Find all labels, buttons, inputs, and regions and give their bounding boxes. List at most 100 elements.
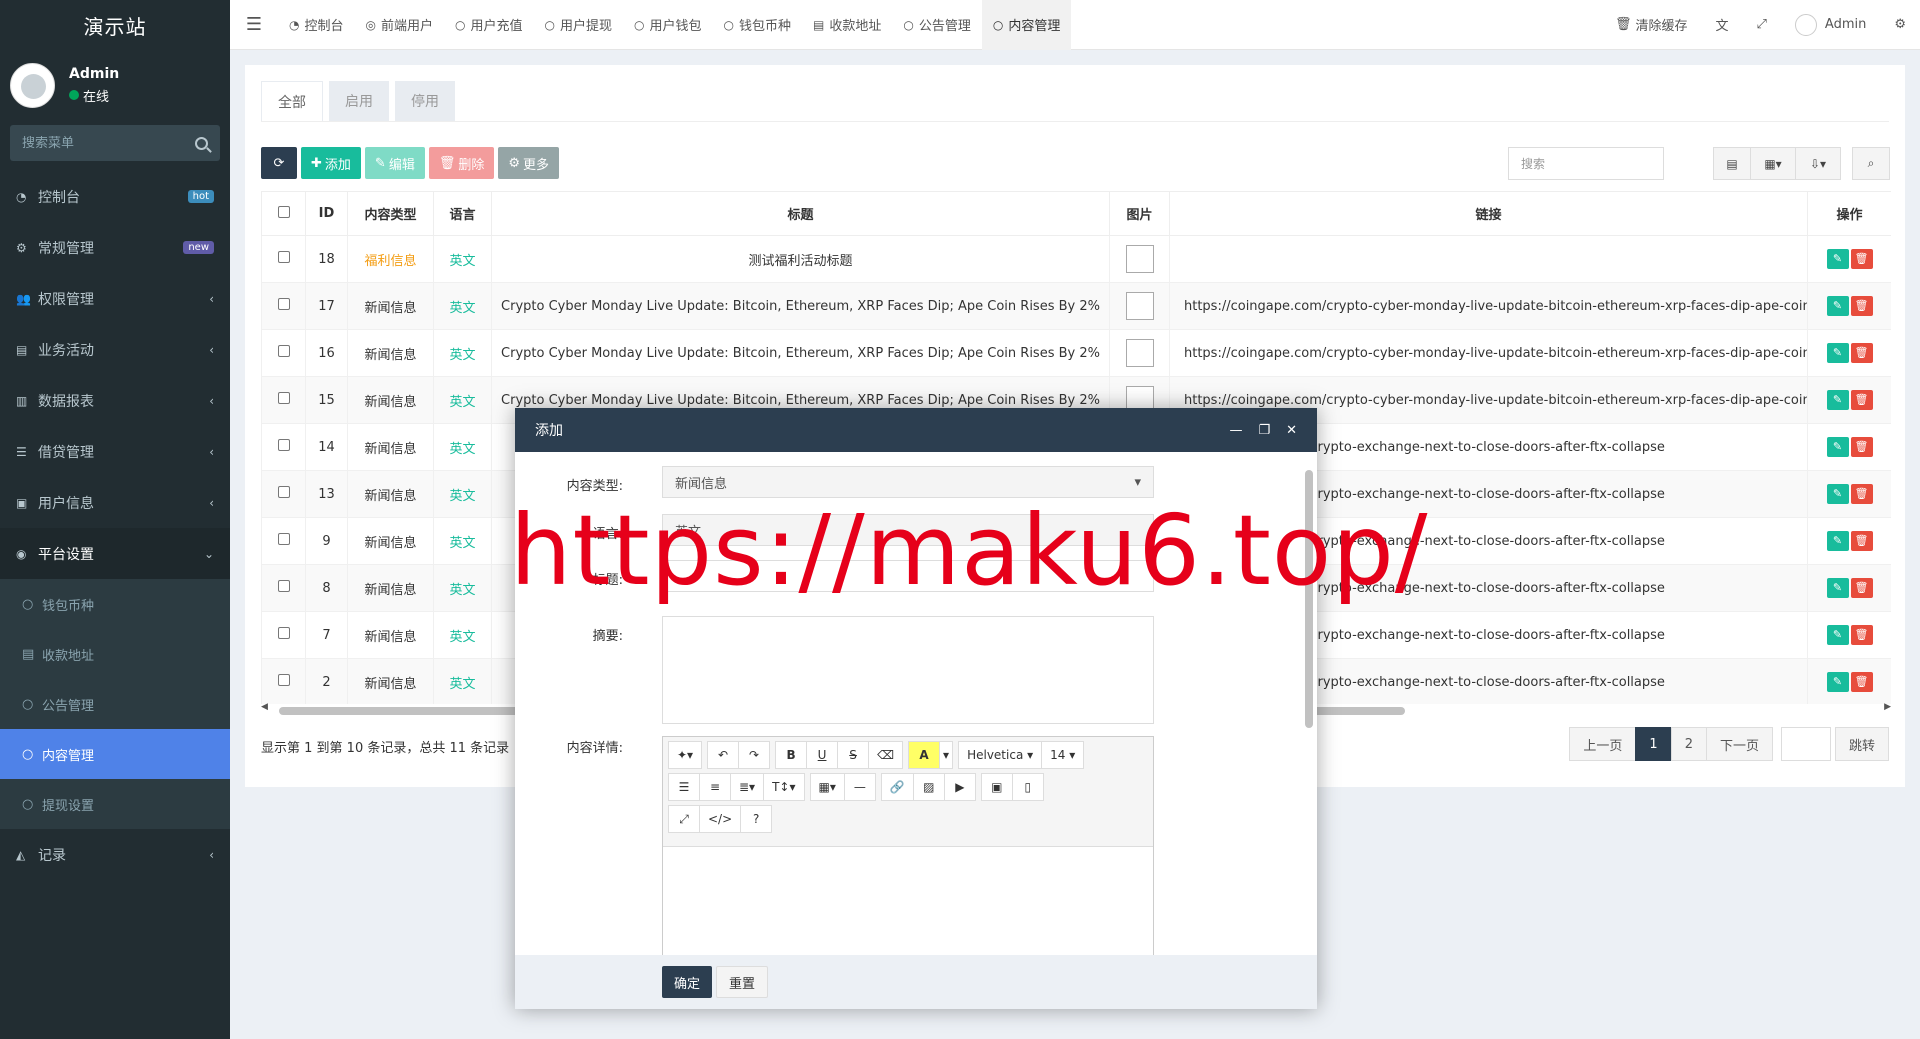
table-row[interactable]: 18 福利信息 英文 测试福利活动标题 ✎ 🗑 — [261, 235, 1891, 283]
minimize-icon[interactable]: — — [1229, 423, 1242, 438]
broken-image-icon[interactable] — [1125, 245, 1154, 273]
paragraph-align-icon[interactable]: ≣▾ — [730, 773, 765, 801]
file-image-icon[interactable]: ▣ — [980, 773, 1013, 801]
underline-icon[interactable]: U — [806, 741, 839, 769]
toggle-view-icon[interactable]: ▤ — [1713, 147, 1751, 180]
file-icon[interactable]: ▯ — [1011, 773, 1044, 801]
header-link[interactable]: 链接 — [1169, 191, 1808, 236]
scroll-left-icon[interactable]: ◀ — [261, 702, 268, 712]
more-button[interactable]: ⚙ 更多 — [498, 147, 560, 179]
sidebar-item-records[interactable]: ◭ 记录 ‹ — [0, 829, 230, 880]
tab-wallet-coin[interactable]: ○ 钱包币种 — [713, 0, 803, 50]
table-icon[interactable]: ▦▾ — [809, 773, 845, 801]
row-checkbox[interactable] — [277, 439, 290, 451]
row-checkbox[interactable] — [277, 345, 290, 357]
tab-withdraw[interactable]: ○ 用户提现 — [534, 0, 624, 50]
fullscreen-icon[interactable]: ⤢ — [668, 805, 700, 833]
title-input[interactable] — [662, 560, 1154, 592]
search-icon[interactable]: ⌕ — [1852, 147, 1890, 180]
scrollbar-thumb[interactable] — [1305, 470, 1313, 728]
caret-down-icon[interactable]: ▾ — [939, 741, 954, 769]
site-logo[interactable]: 演示站 — [0, 0, 230, 50]
tab-recharge[interactable]: ○ 用户充值 — [444, 0, 534, 50]
font-family-select[interactable]: Helvetica ▾ — [958, 741, 1043, 769]
menu-search-input[interactable] — [22, 135, 195, 151]
sidebar-item-loans[interactable]: ☰ 借贷管理 ‹ — [0, 426, 230, 477]
font-size-select[interactable]: 14 ▾ — [1041, 741, 1085, 769]
row-delete-button[interactable]: 🗑 — [1850, 249, 1873, 269]
line-height-icon[interactable]: T↕▾ — [763, 773, 805, 801]
columns-icon[interactable]: ▦▾ — [1750, 147, 1796, 180]
row-checkbox[interactable] — [277, 533, 290, 545]
maximize-icon[interactable]: ❐ — [1258, 423, 1270, 438]
row-checkbox[interactable] — [277, 392, 290, 404]
select-all-checkbox[interactable] — [277, 205, 290, 218]
row-delete-button[interactable]: 🗑 — [1850, 484, 1873, 504]
row-edit-button[interactable]: ✎ — [1826, 249, 1849, 269]
video-icon[interactable]: ▶ — [943, 773, 976, 801]
sidebar-item-userinfo[interactable]: ▣ 用户信息 ‹ — [0, 477, 230, 528]
header-lang[interactable]: 语言 — [433, 191, 492, 236]
type-select[interactable]: 新闻信息 ▾ — [662, 466, 1154, 498]
row-delete-button[interactable]: 🗑 — [1850, 343, 1873, 363]
lang-select[interactable]: 英文 — [662, 514, 1154, 546]
eraser-icon[interactable]: ⌫ — [868, 741, 904, 769]
add-button[interactable]: ✚ 添加 — [301, 147, 361, 179]
bold-icon[interactable]: B — [775, 741, 808, 769]
sidebar-item-general[interactable]: ⚙ 常规管理 new — [0, 222, 230, 273]
tab-dashboard[interactable]: ◔ 控制台 — [278, 0, 355, 50]
row-edit-button[interactable]: ✎ — [1826, 578, 1849, 598]
row-edit-button[interactable]: ✎ — [1826, 625, 1849, 645]
cell-link[interactable]: https://coingape.com/crypto-cyber-monday… — [1169, 282, 1808, 330]
tab-wallet[interactable]: ○ 用户钱包 — [623, 0, 713, 50]
gear-icon[interactable]: ⚙ — [1880, 17, 1920, 32]
magic-icon[interactable]: ✦▾ — [668, 741, 703, 769]
row-checkbox[interactable] — [277, 674, 290, 686]
broken-image-icon[interactable] — [1125, 292, 1154, 320]
row-edit-button[interactable]: ✎ — [1826, 672, 1849, 692]
help-icon[interactable]: ? — [740, 805, 773, 833]
sidebar-subitem-content[interactable]: ○ 内容管理 — [0, 729, 230, 779]
admin-menu[interactable]: Admin — [1781, 13, 1880, 36]
page-2-button[interactable]: 2 — [1670, 727, 1707, 761]
broken-image-icon[interactable] — [1125, 339, 1154, 367]
tab-frontend-users[interactable]: ◎ 前端用户 — [355, 0, 445, 50]
row-edit-button[interactable]: ✎ — [1826, 296, 1849, 316]
cell-link[interactable]: https://coingape.com/crypto-cyber-monday… — [1169, 329, 1808, 377]
code-view-icon[interactable]: </> — [699, 805, 742, 833]
ordered-list-icon[interactable]: ≡ — [699, 773, 731, 801]
image-icon[interactable]: ▨ — [912, 773, 945, 801]
row-delete-button[interactable]: 🗑 — [1850, 625, 1873, 645]
sidebar-subitem-wallet-coin[interactable]: ○ 钱包币种 — [0, 579, 230, 629]
filter-tab-disabled[interactable]: 停用 — [395, 81, 455, 121]
row-delete-button[interactable]: 🗑 — [1850, 296, 1873, 316]
confirm-button[interactable]: 确定 — [662, 966, 713, 998]
header-image[interactable]: 图片 — [1109, 191, 1170, 236]
row-delete-button[interactable]: 🗑 — [1850, 672, 1873, 692]
cell-link[interactable] — [1169, 235, 1808, 283]
row-delete-button[interactable]: 🗑 — [1850, 437, 1873, 457]
search-icon[interactable] — [195, 136, 208, 150]
font-color-icon[interactable]: A — [908, 741, 941, 769]
delete-button[interactable]: 🗑 删除 — [428, 147, 495, 179]
row-delete-button[interactable]: 🗑 — [1850, 390, 1873, 410]
tab-address[interactable]: ▤ 收款地址 — [802, 0, 892, 50]
menu-toggle-icon[interactable]: ☰ — [230, 0, 278, 50]
fullscreen-icon[interactable]: ⤢ — [1743, 17, 1781, 32]
export-icon[interactable]: ⇩▾ — [1795, 147, 1841, 180]
row-checkbox[interactable] — [277, 486, 290, 498]
refresh-button[interactable]: ⟳ — [261, 147, 297, 179]
summary-textarea[interactable] — [662, 616, 1154, 724]
edit-button[interactable]: ✎ 编辑 — [364, 147, 425, 179]
filter-tab-all[interactable]: 全部 — [261, 81, 323, 121]
prev-page-button[interactable]: 上一页 — [1569, 727, 1637, 761]
row-checkbox[interactable] — [277, 627, 290, 639]
close-icon[interactable]: ✕ — [1286, 423, 1297, 438]
sidebar-subitem-notice[interactable]: ○ 公告管理 — [0, 679, 230, 729]
page-jump-input[interactable] — [1780, 727, 1831, 761]
row-edit-button[interactable]: ✎ — [1826, 484, 1849, 504]
row-checkbox[interactable] — [277, 251, 290, 263]
scroll-right-icon[interactable]: ▶ — [1884, 702, 1891, 712]
row-checkbox[interactable] — [277, 580, 290, 592]
next-page-button[interactable]: 下一页 — [1705, 727, 1773, 761]
